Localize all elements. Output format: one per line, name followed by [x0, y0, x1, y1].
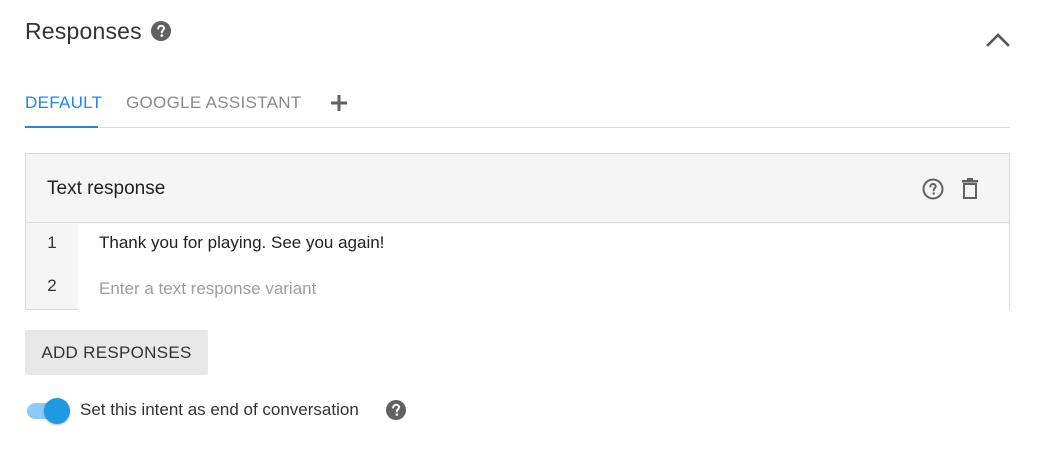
text-response-card: Text response 1 Thank you for playing. S…: [25, 153, 1010, 310]
row-number: 1: [47, 233, 57, 252]
list-item: 2: [26, 267, 1009, 310]
end-conversation-label: Set this intent as end of conversation: [80, 400, 359, 419]
text-response-header: Text response: [26, 154, 1009, 223]
list-item: 1 Thank you for playing. See you again!: [26, 224, 1009, 267]
help-outline-icon[interactable]: [921, 177, 945, 201]
trash-icon[interactable]: [959, 177, 981, 201]
text-response-title: Text response: [47, 178, 166, 199]
plus-icon[interactable]: [328, 92, 350, 114]
tab-default[interactable]: DEFAULT: [25, 82, 102, 128]
response-variant-input[interactable]: [78, 267, 1009, 310]
add-responses-button[interactable]: ADD RESPONSES: [25, 330, 208, 375]
help-circle-icon[interactable]: [386, 400, 406, 420]
end-conversation-toggle[interactable]: [27, 398, 71, 424]
tab-google-assistant[interactable]: GOOGLE ASSISTANT: [126, 82, 301, 128]
chevron-up-icon[interactable]: [983, 26, 1013, 52]
responses-header: Responses: [25, 14, 1015, 54]
response-text[interactable]: Thank you for playing. See you again!: [78, 224, 1009, 267]
toggle-knob: [44, 398, 70, 424]
row-number: 2: [47, 276, 57, 295]
text-response-list: 1 Thank you for playing. See you again! …: [26, 224, 1009, 310]
response-tabs: DEFAULT GOOGLE ASSISTANT: [25, 82, 1010, 128]
section-title: Responses: [25, 18, 142, 44]
help-circle-icon[interactable]: [151, 21, 171, 41]
